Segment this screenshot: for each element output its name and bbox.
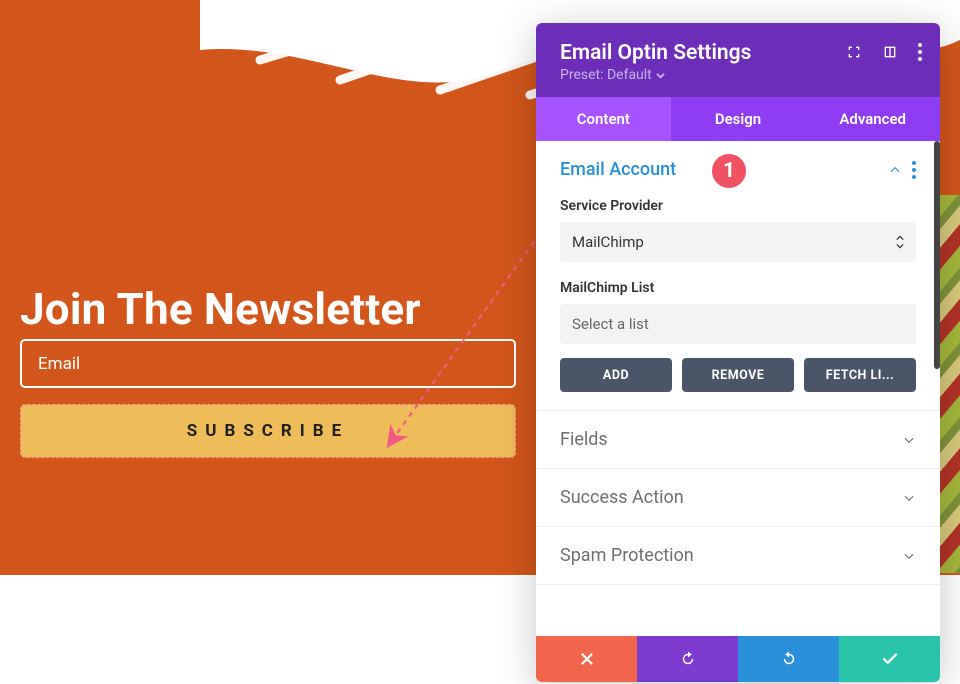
newsletter-title: Join The Newsletter (20, 283, 421, 335)
section-toggle-success-action[interactable]: Success Action (560, 487, 916, 508)
more-options-icon[interactable] (918, 43, 922, 61)
section-title-fields: Fields (560, 429, 608, 450)
email-field[interactable] (20, 339, 516, 388)
fetch-lists-button[interactable]: FETCH LI... (804, 358, 916, 392)
section-peek (536, 585, 940, 621)
section-title-spam-protection: Spam Protection (560, 545, 694, 566)
section-spam-protection: Spam Protection (536, 527, 940, 585)
undo-button[interactable] (637, 636, 738, 682)
subscribe-button[interactable]: SUBSCRIBE (20, 404, 516, 458)
preset-label: Preset: Default (560, 67, 652, 83)
tab-advanced[interactable]: Advanced (805, 97, 940, 141)
label-service-provider: Service Provider (560, 198, 916, 214)
tab-design[interactable]: Design (671, 97, 806, 141)
expand-icon[interactable] (846, 44, 862, 60)
chevron-down-icon (902, 491, 916, 505)
remove-button[interactable]: REMOVE (682, 358, 794, 392)
preset-dropdown[interactable]: Preset: Default (560, 67, 916, 83)
undo-icon (679, 650, 697, 668)
redo-button[interactable] (738, 636, 839, 682)
add-button[interactable]: ADD (560, 358, 672, 392)
chevron-up-icon (888, 163, 902, 177)
chevron-down-icon (902, 433, 916, 447)
section-title-email-account: Email Account (560, 159, 676, 180)
section-fields: Fields (536, 411, 940, 469)
tabs-bar: Content Design Advanced (536, 97, 940, 141)
section-title-success-action: Success Action (560, 487, 684, 508)
redo-icon (780, 650, 798, 668)
panel-body: Email Account Service Provider MailChimp… (536, 141, 940, 636)
save-button[interactable] (839, 636, 940, 682)
mailchimp-list-select[interactable]: Select a list (560, 304, 916, 344)
section-toggle-spam-protection[interactable]: Spam Protection (560, 545, 916, 566)
side-photo-strip (940, 195, 960, 573)
panel-footer (536, 636, 940, 682)
select-caret-icon (896, 235, 904, 249)
email-optin-settings-panel: Email Optin Settings Preset: Default Con… (536, 23, 940, 682)
columns-icon[interactable] (882, 44, 898, 60)
section-toggle-fields[interactable]: Fields (560, 429, 916, 450)
close-icon (578, 650, 596, 668)
tab-content[interactable]: Content (536, 97, 671, 141)
section-options-icon[interactable] (912, 161, 916, 179)
annotation-badge-1: 1 (709, 151, 749, 191)
section-success-action: Success Action (536, 469, 940, 527)
check-icon (881, 650, 899, 668)
service-provider-select[interactable]: MailChimp (560, 222, 916, 262)
mailchimp-list-value: Select a list (572, 315, 649, 333)
service-provider-value: MailChimp (572, 233, 644, 251)
scrollbar-thumb[interactable] (934, 141, 940, 369)
chevron-down-icon (902, 549, 916, 563)
label-mailchimp-list: MailChimp List (560, 280, 916, 296)
panel-header: Email Optin Settings Preset: Default (536, 23, 940, 97)
caret-down-icon (656, 71, 665, 80)
subscribe-label: SUBSCRIBE (187, 421, 349, 441)
discard-button[interactable] (536, 636, 637, 682)
